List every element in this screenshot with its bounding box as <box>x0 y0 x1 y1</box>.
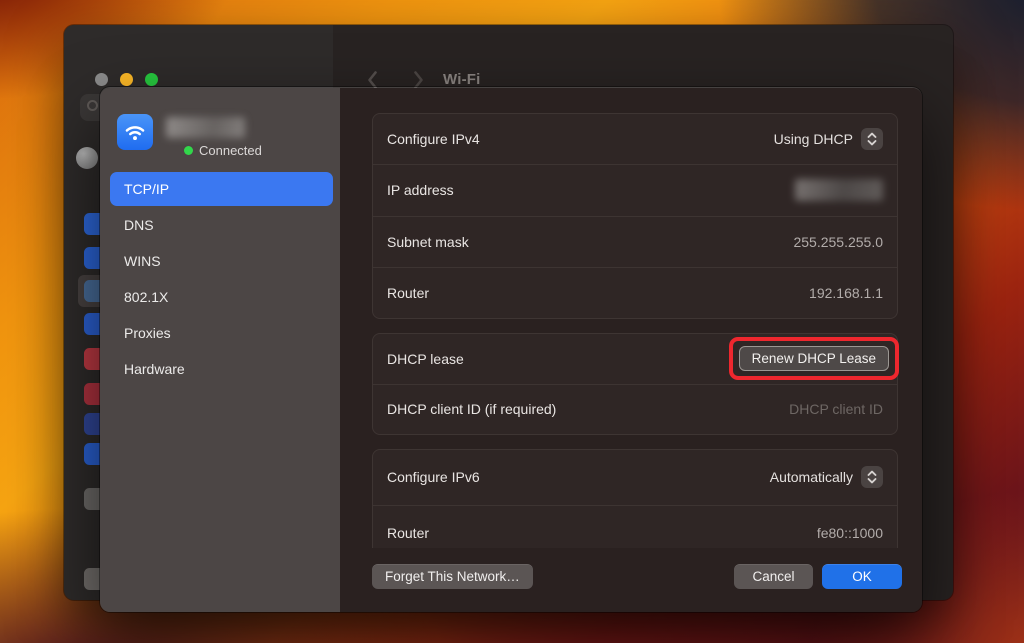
configure-ipv6-value: Automatically <box>770 469 853 485</box>
dialog-nav: TCP/IP DNS WINS 802.1X Proxies Hardware <box>110 172 333 388</box>
status-label: Connected <box>199 143 262 158</box>
ipv6-router-value: fe80::1000 <box>817 525 883 541</box>
dhcp-lease-label: DHCP lease <box>387 351 464 367</box>
configure-ipv6-label: Configure IPv6 <box>387 469 480 485</box>
minimize-button[interactable] <box>120 73 133 86</box>
configure-ipv6-row: Configure IPv6 Automatically <box>373 450 897 505</box>
router-label: Router <box>387 285 429 301</box>
tab-hardware[interactable]: Hardware <box>110 352 333 386</box>
ok-button[interactable]: OK <box>822 564 902 589</box>
network-name-redacted <box>166 117 245 138</box>
dialog-sidebar: Connected TCP/IP DNS WINS 802.1X Proxies… <box>100 88 340 612</box>
traffic-lights <box>95 73 158 86</box>
close-button[interactable] <box>95 73 108 86</box>
dialog-content: Configure IPv4 Using DHCP IP address <box>340 88 922 612</box>
configure-ipv4-row: Configure IPv4 Using DHCP <box>373 114 897 164</box>
ipv6-settings-card: Configure IPv6 Automatically Router fe80… <box>372 449 898 561</box>
renew-dhcp-lease-button[interactable]: Renew DHCP Lease <box>739 346 889 371</box>
configure-ipv4-label: Configure IPv4 <box>387 131 480 147</box>
popup-stepper-icon <box>861 128 883 150</box>
dialog-footer: Forget This Network… Cancel OK <box>340 548 922 612</box>
dhcp-settings-card: DHCP lease Renew DHCP Lease DHCP client … <box>372 333 898 435</box>
tab-tcpip[interactable]: TCP/IP <box>110 172 333 206</box>
configure-ipv4-popup[interactable]: Using DHCP <box>774 128 883 150</box>
ipv6-router-label: Router <box>387 525 429 541</box>
search-icon <box>87 100 98 111</box>
ip-address-row: IP address <box>373 164 897 215</box>
popup-stepper-icon <box>861 466 883 488</box>
tab-8021x[interactable]: 802.1X <box>110 280 333 314</box>
highlight-annotation: Renew DHCP Lease <box>729 337 899 380</box>
ip-address-redacted <box>795 179 883 201</box>
tab-dns[interactable]: DNS <box>110 208 333 242</box>
configure-ipv4-value: Using DHCP <box>774 131 853 147</box>
forget-network-button[interactable]: Forget This Network… <box>372 564 533 589</box>
zoom-button[interactable] <box>145 73 158 86</box>
router-value: 192.168.1.1 <box>809 285 883 301</box>
page-title: Wi-Fi <box>443 71 481 88</box>
wifi-details-dialog: Connected TCP/IP DNS WINS 802.1X Proxies… <box>100 87 922 612</box>
dhcp-lease-row: DHCP lease Renew DHCP Lease <box>373 334 897 384</box>
subnet-mask-value: 255.255.255.0 <box>793 234 883 250</box>
connected-dot-icon <box>184 146 193 155</box>
tab-proxies[interactable]: Proxies <box>110 316 333 350</box>
ip-address-label: IP address <box>387 182 454 198</box>
wifi-icon <box>117 114 153 150</box>
dhcp-client-id-label: DHCP client ID (if required) <box>387 401 556 417</box>
configure-ipv6-popup[interactable]: Automatically <box>770 466 883 488</box>
connection-status: Connected <box>184 143 262 158</box>
ipv4-settings-card: Configure IPv4 Using DHCP IP address <box>372 113 898 319</box>
subnet-mask-row: Subnet mask 255.255.255.0 <box>373 216 897 267</box>
subnet-mask-label: Subnet mask <box>387 234 469 250</box>
apple-id-avatar <box>76 147 98 169</box>
dhcp-client-id-row: DHCP client ID (if required) <box>373 384 897 435</box>
cancel-button[interactable]: Cancel <box>734 564 813 589</box>
dhcp-client-id-input[interactable] <box>683 401 883 417</box>
router-row: Router 192.168.1.1 <box>373 267 897 318</box>
tab-wins[interactable]: WINS <box>110 244 333 278</box>
